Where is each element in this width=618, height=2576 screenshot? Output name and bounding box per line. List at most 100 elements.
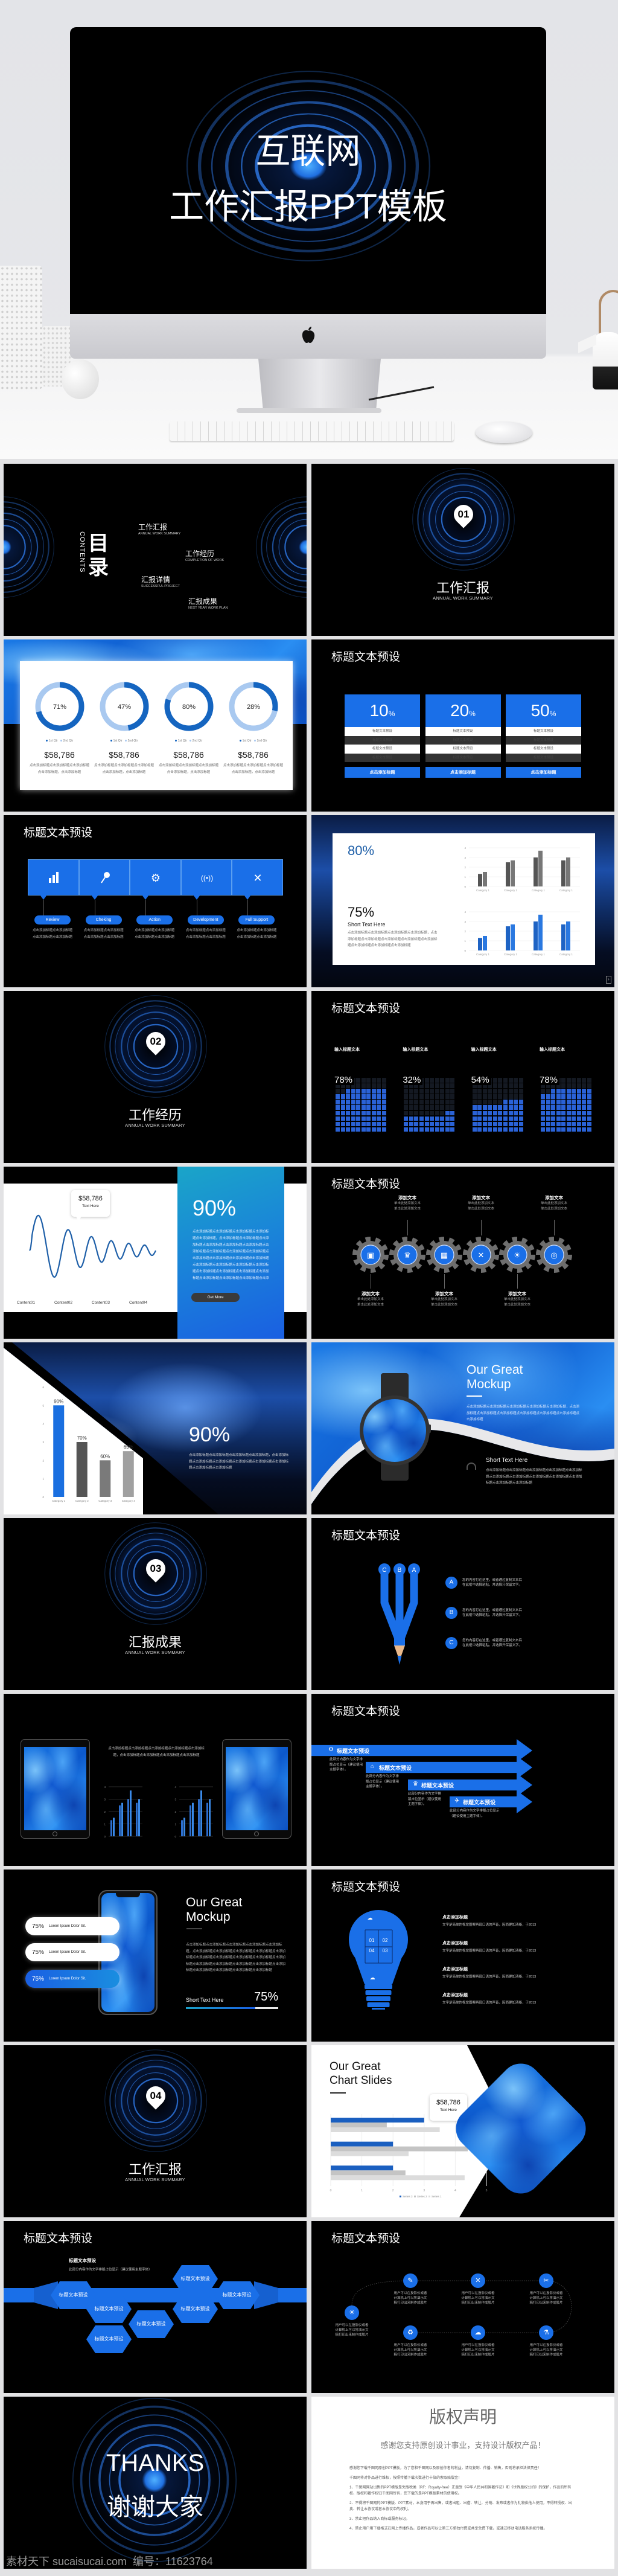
- bar: [478, 874, 482, 886]
- waffle-cell: [404, 1127, 409, 1132]
- step-pill[interactable]: Review: [34, 915, 71, 924]
- waffle-cell: [445, 1078, 450, 1083]
- bar: [136, 1802, 138, 1836]
- waffle-cell: [492, 1110, 497, 1116]
- step-box[interactable]: ⚙: [130, 859, 181, 896]
- waffle-grid: [404, 1078, 455, 1132]
- timeline-items: ☀ 用户可以在投影仪或者 计算机上可以将演示文 稿打印出来制作成胶片 ✎ 用户可以在投影仪…: [311, 2221, 614, 2393]
- cloud-upload-icon: ☁: [471, 2325, 485, 2340]
- waffle-grid: [336, 1078, 386, 1132]
- title-dash: [467, 1395, 482, 1397]
- panel-desc: 点击添加标题点击添加标题点击添加标题点击添加标题点击添加标题，点击添加标题点击添…: [193, 1230, 269, 1280]
- donut-label: 47%: [117, 703, 130, 711]
- waffle-cell: [561, 1100, 566, 1104]
- step-pill[interactable]: Action: [136, 915, 173, 924]
- step-box[interactable]: [78, 859, 130, 896]
- gear-label-title: 添加文本: [508, 1291, 526, 1296]
- step-box[interactable]: [28, 859, 79, 896]
- waffle-cell: [514, 1127, 518, 1132]
- contents-item-2[interactable]: 工作经历 COMPLETION OF WORK: [185, 548, 224, 562]
- waffle-cell: [498, 1100, 503, 1104]
- step-pill[interactable]: Cheking: [85, 915, 122, 924]
- waffle-cell: [518, 1083, 523, 1088]
- x-tick-label: Category 1: [476, 953, 490, 956]
- waffle-cell: [346, 1116, 351, 1121]
- waffle-cell: [445, 1121, 450, 1127]
- waffle-cell: [587, 1105, 591, 1110]
- waffle-cell: [409, 1110, 413, 1116]
- flask-icon: ⚗: [539, 2325, 553, 2340]
- chart-card: 80% 75% Short Text Here 点击添加标题点击添加标题点击添加…: [333, 833, 595, 965]
- pencil-list-item: C 您的内容打在这里，或者通过复制文本后 在此框中选择粘贴，并选择只保留文字。: [445, 1637, 602, 1667]
- waffle-cell: [508, 1083, 513, 1088]
- step-pill[interactable]: Development: [187, 915, 224, 924]
- waffle-cell: [414, 1116, 419, 1121]
- waffle-cell: [576, 1083, 581, 1088]
- hexagon[interactable]: 标题文本预设: [173, 2265, 218, 2293]
- waffle-cell: [435, 1121, 439, 1127]
- pricing-button[interactable]: 点击添加标题: [345, 767, 420, 778]
- legend-label: Series 2: [417, 2195, 427, 2198]
- stat-pill[interactable]: 75% Lorem Ipsum Dolor Sit.: [25, 1970, 119, 1988]
- contents-item-1[interactable]: 工作汇报 ANNUAL WORK SUMMARY: [138, 522, 180, 536]
- waffle-cell: [546, 1127, 550, 1132]
- waffle-cell: [582, 1116, 587, 1121]
- waffle-cell: [472, 1105, 477, 1110]
- get-more-button[interactable]: Get More: [191, 1293, 240, 1302]
- next-slide-icon[interactable]: ›: [606, 976, 611, 984]
- hexagon[interactable]: 标题文本预设: [86, 2295, 132, 2323]
- bar: [138, 1799, 140, 1836]
- step-box[interactable]: ((•)): [180, 859, 232, 896]
- waffle-cell: [430, 1083, 435, 1088]
- slide-contents: 目录 CONTENTS 工作汇报 ANNUAL WORK SUMMARY 工作经历…: [4, 464, 307, 636]
- donut-legend: 1st Qtr 2nd Qtr: [92, 739, 156, 743]
- waffle-cell: [340, 1110, 345, 1116]
- bar: [511, 924, 515, 950]
- waffle-cell: [472, 1116, 477, 1121]
- x-tick-label: 3: [423, 2189, 425, 2193]
- arrow-label: 标题文本预设: [421, 1783, 454, 1789]
- contents-subtitle: CONTENTS: [78, 531, 86, 573]
- waffle-cell: [419, 1105, 424, 1110]
- step-pill[interactable]: Full Support: [238, 915, 275, 924]
- waffle-cell: [440, 1100, 445, 1104]
- waffle-cell: [424, 1110, 429, 1116]
- hexagon[interactable]: 标题文本预设: [129, 2310, 174, 2338]
- waffle-cell: [430, 1078, 435, 1083]
- waffle-cell: [488, 1110, 492, 1116]
- step-pointer: [142, 895, 150, 900]
- contents-item-4[interactable]: 汇报成果 NEXT YEAR WORK PLAN: [188, 596, 228, 610]
- pricing-button[interactable]: 点击添加标题: [425, 767, 501, 778]
- contents-item-3[interactable]: 汇报详情 SUCCESSFUL PROJECT: [141, 574, 180, 588]
- gear-label: 添加文本 单击此处添加文本 单击此处添加文本: [530, 1194, 578, 1212]
- legend-dot: [189, 740, 191, 742]
- waffle-cell: [440, 1089, 445, 1094]
- bar-chart-gray: 0 1 2 3 4 Category 1 Category 1 Category 1 Categ…: [464, 847, 580, 892]
- stat-pill[interactable]: 75% Lorem Ipsum Dolor Sit.: [25, 1943, 119, 1961]
- briefcase-icon: ▣: [367, 1251, 374, 1260]
- pricing-row: 标题文本预设: [425, 745, 501, 754]
- gear-item: ☀: [499, 1236, 536, 1274]
- hexagon[interactable]: 标题文本预设: [86, 2325, 132, 2353]
- waffle-cell: [414, 1121, 419, 1127]
- bar: [561, 924, 565, 950]
- pricing-button[interactable]: 点击添加标题: [506, 767, 581, 778]
- stat-pill[interactable]: 75% Lorem Ipsum Dolor Sit.: [25, 1917, 119, 1935]
- waffle-cell: [488, 1089, 492, 1094]
- waffle-cell: [572, 1127, 576, 1132]
- y-tick-label: 4: [104, 1786, 106, 1789]
- y-tick-label: 0: [104, 1835, 106, 1838]
- hexagon[interactable]: 标题文本预设: [214, 2281, 260, 2309]
- step-box[interactable]: ✕: [232, 859, 283, 896]
- copyright-paragraphs: 感谢您下载千图网原创PPT模板，为了您和千图网以及原创作者的利益，请勿复制、传播…: [349, 2465, 574, 2536]
- bar: [119, 1805, 121, 1836]
- hexagon[interactable]: 标题文本预设: [173, 2295, 218, 2323]
- donut-chart: 28%: [229, 682, 278, 731]
- step-desc: 点击添加标题点击添加标题点击添加标题点击添加标题: [185, 929, 226, 939]
- tools-icon: ✕: [253, 872, 263, 884]
- waffle-cell: [572, 1078, 576, 1083]
- waffle-cell: [482, 1116, 487, 1121]
- grid-column: 输入标题文本 78%: [334, 1046, 389, 1137]
- waffle-cell: [488, 1100, 492, 1104]
- waffle-cell: [361, 1078, 366, 1083]
